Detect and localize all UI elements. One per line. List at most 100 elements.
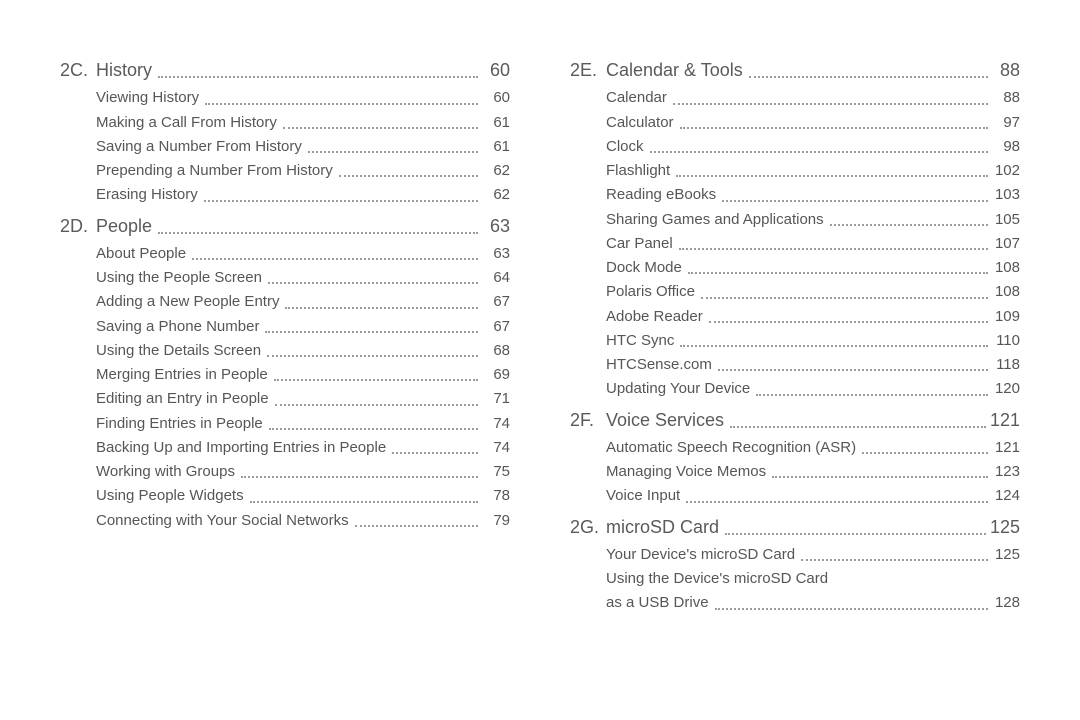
- toc-entry-page: 123: [992, 462, 1020, 482]
- toc-entry-label[interactable]: Saving a Phone Number: [96, 317, 259, 337]
- toc-entry: Your Device's microSD Card 125: [570, 545, 1020, 565]
- toc-entry-label[interactable]: as a USB Drive: [606, 593, 709, 613]
- toc-entry-page: 121: [992, 438, 1020, 458]
- toc-entry: Erasing History 62: [60, 185, 510, 205]
- toc-entry-label[interactable]: Adobe Reader: [606, 307, 703, 327]
- toc-entry-page: 120: [992, 379, 1020, 399]
- toc-entry-label[interactable]: Clock: [606, 137, 644, 157]
- toc-entry-page: 61: [482, 137, 510, 157]
- dot-leader: [701, 288, 988, 299]
- dot-leader: [158, 66, 478, 79]
- toc-entry-label[interactable]: Merging Entries in People: [96, 365, 268, 385]
- dot-leader: [680, 118, 988, 129]
- toc-entry-label[interactable]: Reading eBooks: [606, 185, 716, 205]
- dot-leader: [205, 94, 478, 105]
- toc-section-title[interactable]: People: [96, 214, 152, 238]
- toc-entry: Dock Mode 108: [570, 258, 1020, 278]
- toc-entry: Flashlight102: [570, 161, 1020, 181]
- toc-entry: Adding a New People Entry 67: [60, 292, 510, 312]
- toc-entry-page: 103: [992, 185, 1020, 205]
- toc-section-title[interactable]: Calendar & Tools: [606, 58, 743, 82]
- toc-entry: Adobe Reader 109: [570, 307, 1020, 327]
- toc-entry-page: 68: [482, 341, 510, 361]
- dot-leader: [269, 419, 478, 430]
- toc-entry-label[interactable]: Managing Voice Memos: [606, 462, 766, 482]
- toc-entry: Prepending a Number From History62: [60, 161, 510, 181]
- toc-entry-label[interactable]: Your Device's microSD Card: [606, 545, 795, 565]
- toc-entry-page: 78: [482, 486, 510, 506]
- toc-section: 2G.microSD Card 125: [570, 515, 1020, 539]
- toc-entry: Backing Up and Importing Entries in Peop…: [60, 438, 510, 458]
- toc-entry: Merging Entries in People69: [60, 365, 510, 385]
- toc-entry-label[interactable]: Viewing History: [96, 88, 199, 108]
- toc-entry-label[interactable]: Making a Call From History: [96, 113, 277, 133]
- toc-entry-label[interactable]: HTC Sync: [606, 331, 674, 351]
- toc-entry-label[interactable]: Updating Your Device: [606, 379, 750, 399]
- toc-entry-label[interactable]: Erasing History: [96, 185, 198, 205]
- toc-entry: Calculator97: [570, 113, 1020, 133]
- toc-entry-label[interactable]: Prepending a Number From History: [96, 161, 333, 181]
- toc-entry-page: 67: [482, 292, 510, 312]
- toc-entry: Reading eBooks 103: [570, 185, 1020, 205]
- dot-leader: [392, 444, 478, 455]
- toc-entry-page: 107: [992, 234, 1020, 254]
- toc-entry-page: 74: [482, 438, 510, 458]
- toc-entry: Automatic Speech Recognition (ASR) 121: [570, 438, 1020, 458]
- dot-leader: [355, 516, 478, 527]
- toc-entry-label[interactable]: Saving a Number From History: [96, 137, 302, 157]
- toc-entry: Using the Device's microSD Card: [570, 569, 1020, 589]
- toc-entry-label[interactable]: Connecting with Your Social Networks: [96, 511, 349, 531]
- toc-section-title[interactable]: History: [96, 58, 152, 82]
- toc-entry-label[interactable]: Using the Device's microSD Card: [606, 569, 828, 589]
- toc-entry-label[interactable]: Polaris Office: [606, 282, 695, 302]
- toc-section: 2C.History60: [60, 58, 510, 82]
- dot-leader: [274, 371, 478, 382]
- toc-entry-label[interactable]: Working with Groups: [96, 462, 235, 482]
- dot-leader: [730, 415, 986, 428]
- toc-entry-page: 108: [992, 258, 1020, 278]
- dot-leader: [158, 221, 478, 234]
- toc-entry-page: 128: [992, 593, 1020, 613]
- toc-entry-label[interactable]: Backing Up and Importing Entries in Peop…: [96, 438, 386, 458]
- dot-leader: [688, 264, 988, 275]
- dot-leader: [686, 492, 988, 503]
- toc-entry-label[interactable]: Using People Widgets: [96, 486, 244, 506]
- dot-leader: [749, 66, 988, 79]
- toc-section: 2D.People63: [60, 214, 510, 238]
- toc-entry-label[interactable]: HTCSense.com: [606, 355, 712, 375]
- toc-entry-page: 62: [482, 185, 510, 205]
- toc-entry: Working with Groups75: [60, 462, 510, 482]
- dot-leader: [830, 215, 988, 226]
- toc-entry: Finding Entries in People74: [60, 414, 510, 434]
- toc-entry-label[interactable]: Calendar: [606, 88, 667, 108]
- toc-entry-label[interactable]: Using the Details Screen: [96, 341, 261, 361]
- dot-leader: [756, 385, 988, 396]
- toc-entry-label[interactable]: Finding Entries in People: [96, 414, 263, 434]
- toc-section-id: 2C.: [60, 58, 96, 82]
- toc-entry-label[interactable]: Flashlight: [606, 161, 670, 181]
- toc-entry-label[interactable]: Sharing Games and Applications: [606, 210, 824, 230]
- toc-entry-label[interactable]: Dock Mode: [606, 258, 682, 278]
- toc-entry-page: 125: [992, 545, 1020, 565]
- toc-entry-label[interactable]: Automatic Speech Recognition (ASR): [606, 438, 856, 458]
- toc-section-title[interactable]: Voice Services: [606, 408, 724, 432]
- dot-leader: [241, 468, 478, 479]
- toc-entry-label[interactable]: Adding a New People Entry: [96, 292, 279, 312]
- toc-entry-label[interactable]: Calculator: [606, 113, 674, 133]
- toc-entry-label[interactable]: About People: [96, 244, 186, 264]
- toc-entry: Viewing History60: [60, 88, 510, 108]
- toc-section-title[interactable]: microSD Card: [606, 515, 719, 539]
- toc-entry-page: 124: [992, 486, 1020, 506]
- toc-entry-page: 118: [992, 355, 1020, 375]
- toc-section-id: 2E.: [570, 58, 606, 82]
- toc-entry-label[interactable]: Using the People Screen: [96, 268, 262, 288]
- toc-section-page: 125: [990, 515, 1020, 539]
- toc-entry-label[interactable]: Car Panel: [606, 234, 673, 254]
- toc-entry-label[interactable]: Editing an Entry in People: [96, 389, 269, 409]
- toc-entry: Saving a Phone Number67: [60, 317, 510, 337]
- toc-entry-label[interactable]: Voice Input: [606, 486, 680, 506]
- toc-entry: Clock98: [570, 137, 1020, 157]
- toc-entry-page: 109: [992, 307, 1020, 327]
- toc-section-id: 2G.: [570, 515, 606, 539]
- dot-leader: [801, 551, 988, 562]
